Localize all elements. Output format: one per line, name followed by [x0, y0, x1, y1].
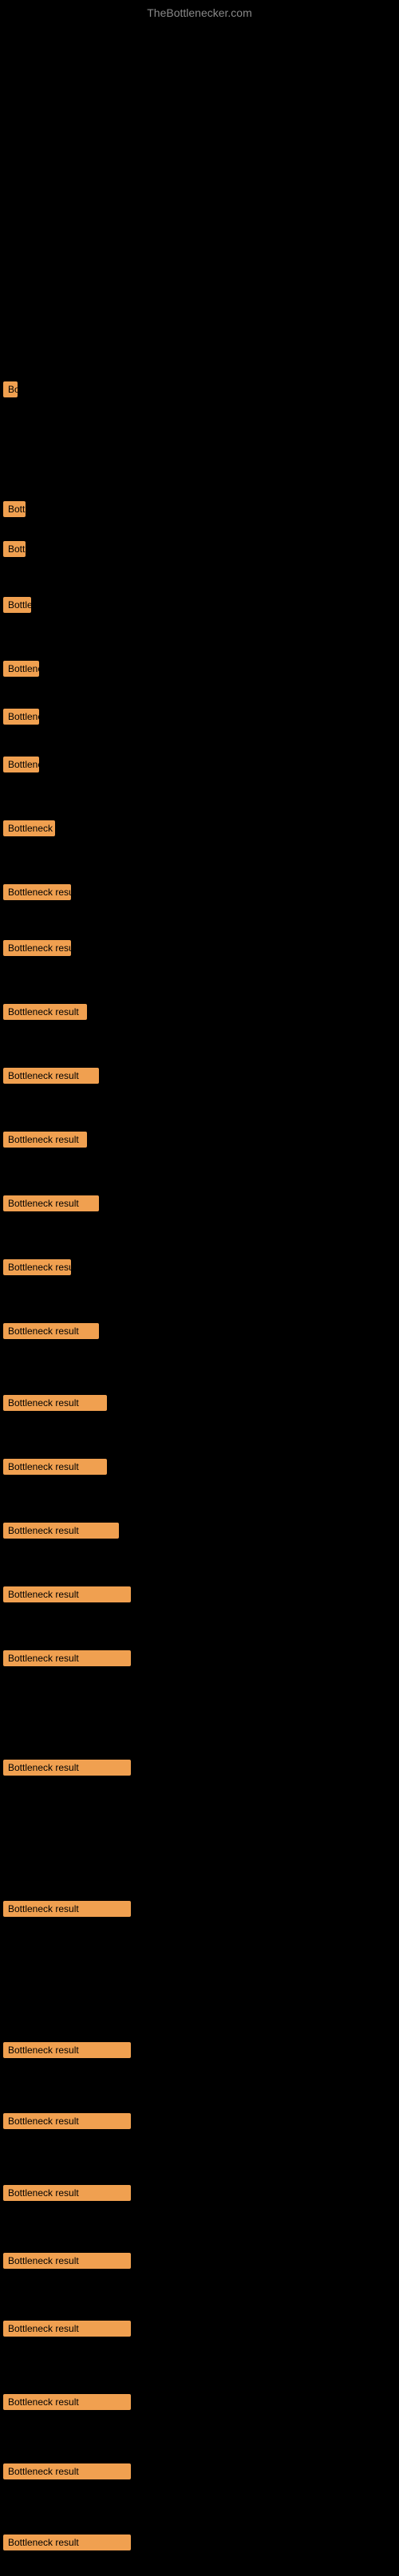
result-item-26[interactable]: Bottleneck result — [3, 2185, 131, 2205]
site-title: TheBottlenecker.com — [0, 0, 399, 22]
result-item-3[interactable]: Bottleneck result — [3, 541, 26, 561]
result-label-28: Bottleneck result — [3, 2321, 131, 2337]
result-label-31: Bottleneck result — [3, 2535, 131, 2550]
result-item-28[interactable]: Bottleneck result — [3, 2321, 131, 2341]
result-item-7[interactable]: Bottleneck result — [3, 757, 39, 776]
result-item-12[interactable]: Bottleneck result — [3, 1068, 99, 1088]
result-label-29: Bottleneck result — [3, 2394, 131, 2410]
result-label-23: Bottleneck result — [3, 1901, 131, 1917]
result-item-24[interactable]: Bottleneck result — [3, 2042, 131, 2062]
result-label-4: Bottleneck result — [3, 597, 31, 613]
site-header: TheBottlenecker.com — [0, 0, 399, 22]
result-item-25[interactable]: Bottleneck result — [3, 2113, 131, 2133]
result-item-15[interactable]: Bottleneck result — [3, 1259, 71, 1279]
result-label-12: Bottleneck result — [3, 1068, 99, 1084]
result-item-18[interactable]: Bottleneck result — [3, 1459, 107, 1479]
result-label-21: Bottleneck result — [3, 1650, 131, 1666]
result-label-9: Bottleneck result — [3, 884, 71, 900]
result-item-31[interactable]: Bottleneck result — [3, 2535, 131, 2554]
result-label-22: Bottleneck result — [3, 1760, 131, 1776]
result-label-13: Bottleneck result — [3, 1132, 87, 1148]
result-label-26: Bottleneck result — [3, 2185, 131, 2201]
result-item-22[interactable]: Bottleneck result — [3, 1760, 131, 1780]
result-item-11[interactable]: Bottleneck result — [3, 1004, 87, 1024]
result-label-6: Bottleneck result — [3, 709, 39, 725]
result-item-27[interactable]: Bottleneck result — [3, 2253, 131, 2273]
result-item-6[interactable]: Bottleneck result — [3, 709, 39, 729]
result-label-20: Bottleneck result — [3, 1586, 131, 1602]
result-item-20[interactable]: Bottleneck result — [3, 1586, 131, 1606]
result-item-8[interactable]: Bottleneck result — [3, 820, 55, 840]
result-label-14: Bottleneck result — [3, 1195, 99, 1211]
result-label-8: Bottleneck result — [3, 820, 55, 836]
result-item-5[interactable]: Bottleneck result — [3, 661, 39, 681]
result-label-30: Bottleneck result — [3, 2463, 131, 2479]
result-item-13[interactable]: Bottleneck result — [3, 1132, 87, 1152]
result-label-10: Bottleneck result — [3, 940, 71, 956]
result-label-5: Bottleneck result — [3, 661, 39, 677]
result-item-14[interactable]: Bottleneck result — [3, 1195, 99, 1215]
result-item-29[interactable]: Bottleneck result — [3, 2394, 131, 2414]
result-item-17[interactable]: Bottleneck result — [3, 1395, 107, 1415]
result-label-11: Bottleneck result — [3, 1004, 87, 1020]
result-label-15: Bottleneck result — [3, 1259, 71, 1275]
result-item-9[interactable]: Bottleneck result — [3, 884, 71, 904]
result-item-1[interactable]: Bottleneck result — [3, 381, 18, 401]
result-item-21[interactable]: Bottleneck result — [3, 1650, 131, 1670]
result-label-18: Bottleneck result — [3, 1459, 107, 1475]
result-label-16: Bottleneck result — [3, 1323, 99, 1339]
result-label-27: Bottleneck result — [3, 2253, 131, 2269]
result-item-4[interactable]: Bottleneck result — [3, 597, 31, 617]
page-wrapper: TheBottlenecker.com — [0, 0, 399, 22]
result-item-16[interactable]: Bottleneck result — [3, 1323, 99, 1343]
result-label-24: Bottleneck result — [3, 2042, 131, 2058]
result-label-7: Bottleneck result — [3, 757, 39, 772]
result-label-1: Bottleneck result — [3, 381, 18, 397]
result-label-25: Bottleneck result — [3, 2113, 131, 2129]
result-item-30[interactable]: Bottleneck result — [3, 2463, 131, 2483]
results-wrapper: Bottleneck result Bottleneck result Bottle… — [0, 22, 399, 2576]
result-item-10[interactable]: Bottleneck result — [3, 940, 71, 960]
result-item-2[interactable]: Bottleneck result — [3, 501, 26, 521]
result-label-2: Bottleneck result — [3, 501, 26, 517]
result-item-19[interactable]: Bottleneck result — [3, 1523, 119, 1543]
result-label-3: Bottleneck result — [3, 541, 26, 557]
result-label-17: Bottleneck result — [3, 1395, 107, 1411]
result-item-23[interactable]: Bottleneck result — [3, 1901, 131, 1921]
result-label-19: Bottleneck result — [3, 1523, 119, 1539]
